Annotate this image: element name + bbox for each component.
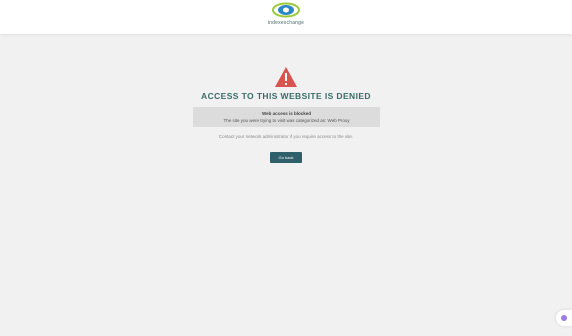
contact-note: Contact your network administrator if yo… (218, 134, 354, 139)
chat-icon (561, 315, 567, 321)
info-line-1: Web access is blocked (262, 111, 311, 116)
info-line-2: The site you were trying to visit was ca… (223, 118, 350, 123)
logo-mark-icon (272, 2, 300, 18)
warning-icon (275, 67, 297, 87)
logo[interactable]: indexexchange (254, 2, 318, 30)
go-back-button[interactable]: Go back (270, 152, 302, 163)
chat-widget[interactable] (556, 310, 572, 326)
page-title: ACCESS TO THIS WEBSITE IS DENIED (201, 91, 371, 101)
top-bar: indexexchange (0, 0, 572, 34)
logo-text: indexexchange (267, 20, 305, 26)
info-box: Web access is blocked The site you were … (193, 107, 380, 127)
